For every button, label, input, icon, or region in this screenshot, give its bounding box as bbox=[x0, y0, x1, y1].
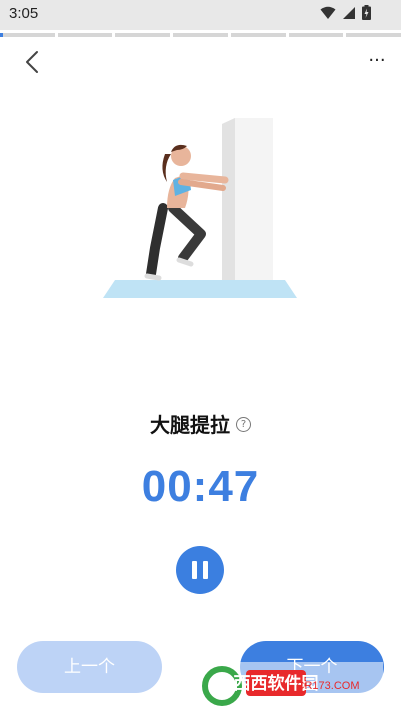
progress-segment bbox=[173, 33, 228, 37]
more-icon: ··· bbox=[368, 50, 386, 71]
status-bar: 3:05 bbox=[0, 0, 401, 30]
progress-segment bbox=[346, 33, 401, 37]
question-circle-icon[interactable]: ? bbox=[236, 417, 251, 432]
status-time: 3:05 bbox=[9, 5, 39, 22]
progress-segment bbox=[230, 33, 286, 37]
progress-segment bbox=[115, 33, 171, 37]
previous-exercise-button[interactable]: 上一个 bbox=[17, 641, 162, 693]
more-options-button[interactable]: ··· bbox=[365, 50, 389, 71]
chevron-left-icon bbox=[26, 51, 38, 73]
battery-icon bbox=[362, 5, 371, 20]
progress-segment bbox=[57, 33, 113, 37]
exercise-illustration bbox=[103, 118, 297, 298]
back-button[interactable] bbox=[18, 48, 48, 78]
exercise-name: 大腿提拉 bbox=[150, 413, 230, 437]
wifi-icon bbox=[320, 6, 336, 19]
status-icons bbox=[320, 5, 371, 20]
progress-segment bbox=[288, 33, 344, 37]
countdown-timer: 00:47 bbox=[141, 462, 260, 511]
pause-button[interactable] bbox=[176, 546, 224, 594]
progress-segment bbox=[0, 33, 55, 37]
pause-icon bbox=[192, 561, 197, 579]
exercise-title: 大腿提拉? bbox=[0, 409, 401, 438]
site-watermark: 西西软件园 CR173.COM bbox=[200, 662, 383, 710]
signal-icon bbox=[343, 6, 355, 19]
watermark-sub-text: CR173.COM bbox=[297, 680, 360, 692]
workout-progress bbox=[0, 33, 401, 37]
